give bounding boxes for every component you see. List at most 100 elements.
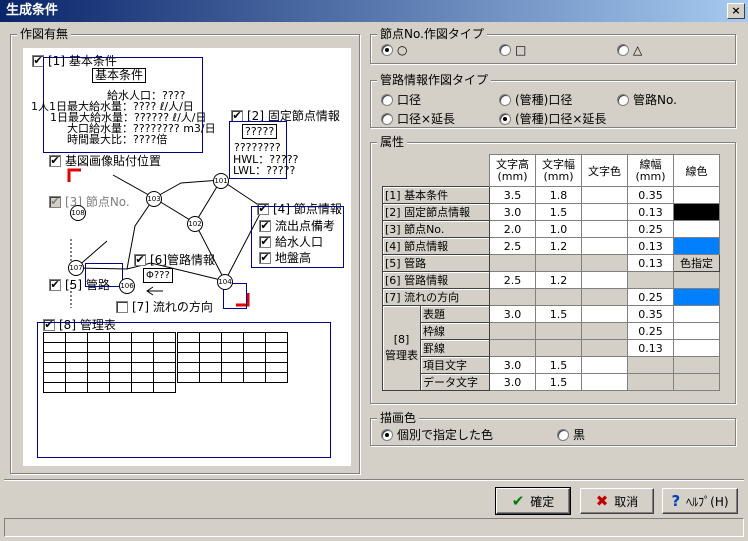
node-circle: 107: [68, 260, 84, 276]
pipe-type-kind-diameter-radio[interactable]: (管種)口径: [499, 91, 572, 108]
radio-label: 個別で指定した色: [397, 428, 494, 442]
pipe-type-kind-diameter-length-radio[interactable]: (管種)口径×延長: [499, 110, 606, 127]
pipe-checkbox[interactable]: ✔: [49, 278, 61, 291]
cell-line-width[interactable]: 0.25: [627, 288, 674, 306]
cell-line-color[interactable]: [673, 186, 720, 204]
cell-text-height[interactable]: 3.5: [489, 186, 536, 204]
ok-button-label: 確定: [530, 494, 555, 509]
cell-line-color-blue[interactable]: [673, 288, 720, 306]
node-info-item-checkbox[interactable]: ✔: [259, 219, 271, 232]
cell-line-width[interactable]: 0.35: [627, 305, 674, 323]
cell-line-color[interactable]: [673, 220, 720, 238]
cell-text-height[interactable]: 2.0: [489, 220, 536, 238]
radio-dot[interactable]: [381, 112, 393, 125]
node-no-checkbox[interactable]: ✔: [49, 195, 61, 208]
node-info-item-checkbox[interactable]: ✔: [259, 235, 271, 248]
cell-text-width[interactable]: 1.8: [535, 186, 582, 204]
help-button[interactable]: ? ﾍﾙﾌﾟ(H): [662, 488, 738, 514]
radio-label: (管種)口径×延長: [515, 112, 607, 126]
pipe-info-check[interactable]: ✔ [6]管路情報: [134, 251, 215, 268]
basic-line-5: 時間最大比：????倍: [67, 133, 168, 146]
cell-line-width[interactable]: 0.25: [627, 220, 674, 238]
cell-text-color[interactable]: [581, 203, 628, 221]
basemap-check[interactable]: ✔ 基図画像貼付位置: [49, 152, 161, 169]
row-label: [5] 管路: [382, 254, 490, 272]
node-type-group: 節点No.作図タイプ ○ □ △: [370, 27, 736, 64]
node-info-item-1[interactable]: ✔ 流出点備考: [259, 217, 335, 234]
radio-dot[interactable]: [557, 428, 569, 441]
cell-text-width[interactable]: 1.5: [535, 373, 582, 391]
cell-text-width[interactable]: 1.2: [535, 237, 582, 255]
node-type-triangle-radio[interactable]: △: [617, 43, 642, 57]
flow-direction-check[interactable]: [7] 流れの方向: [116, 298, 213, 315]
radio-dot[interactable]: [499, 44, 511, 56]
node-info-item-3[interactable]: ✔ 地盤高: [259, 249, 311, 266]
cell-line-width[interactable]: 0.35: [627, 186, 674, 204]
cell-line-color[interactable]: [673, 339, 720, 357]
radio-dot[interactable]: [381, 93, 393, 106]
color-specify-button[interactable]: 色指定: [673, 254, 720, 272]
cell-text-color[interactable]: [581, 271, 628, 289]
row-label: 項目文字: [420, 356, 490, 374]
radio-dot[interactable]: [381, 428, 393, 441]
cell-disabled: [673, 356, 720, 374]
cell-text-color[interactable]: [581, 373, 628, 391]
pipe-type-diameter-radio[interactable]: 口径: [381, 91, 421, 108]
fixed-node-checkbox[interactable]: ✔: [231, 109, 243, 122]
cell-line-color[interactable]: [673, 322, 720, 340]
row-label: [3] 節点No.: [382, 220, 490, 238]
cell-text-height[interactable]: 3.0: [489, 373, 536, 391]
node-circle: 103: [146, 191, 162, 207]
radio-dot[interactable]: [499, 93, 511, 106]
radio-dot[interactable]: [381, 44, 393, 56]
cell-line-width[interactable]: 0.25: [627, 322, 674, 340]
ok-button[interactable]: ✔ 確定: [495, 487, 571, 515]
pipe-type-label: 管路情報作図タイプ: [377, 73, 492, 87]
cell-text-height[interactable]: 3.0: [489, 305, 536, 323]
node-type-label: 節点No.作図タイプ: [377, 27, 487, 41]
radio-dot[interactable]: [617, 44, 629, 56]
cell-text-color[interactable]: [581, 237, 628, 255]
draw-color-individual-radio[interactable]: 個別で指定した色: [381, 426, 493, 443]
cell-text-color[interactable]: [581, 186, 628, 204]
cell-line-width[interactable]: 0.13: [627, 254, 674, 272]
cell-text-width[interactable]: 1.5: [535, 356, 582, 374]
radio-dot[interactable]: [617, 93, 629, 106]
pipe-info-value: Φ???: [143, 268, 173, 283]
pipe-info-checkbox[interactable]: ✔: [134, 253, 146, 266]
cell-text-width[interactable]: 1.2: [535, 271, 582, 289]
node-type-square-radio[interactable]: □: [499, 43, 526, 57]
cell-text-height[interactable]: 2.5: [489, 237, 536, 255]
pipe-type-diameter-length-radio[interactable]: 口径×延長: [381, 110, 455, 127]
cancel-button[interactable]: ✖ 取消: [580, 488, 654, 514]
cell-text-color[interactable]: [581, 220, 628, 238]
basemap-checkbox[interactable]: ✔: [49, 154, 61, 167]
cell-text-color[interactable]: [581, 305, 628, 323]
row-label: 罫線: [420, 339, 490, 357]
cell-line-width[interactable]: 0.13: [627, 339, 674, 357]
col-header-text-width: 文字幅 (mm): [535, 154, 582, 187]
radio-label: 黒: [573, 428, 586, 442]
flow-direction-label: [7] 流れの方向: [132, 300, 213, 314]
cell-text-width[interactable]: 1.5: [535, 203, 582, 221]
cell-line-color-black[interactable]: [673, 203, 720, 221]
cell-text-width[interactable]: 1.0: [535, 220, 582, 238]
node-no-check[interactable]: ✔ [3] 節点No.: [49, 193, 130, 210]
close-button[interactable]: ×: [727, 3, 745, 19]
radio-dot[interactable]: [499, 112, 511, 125]
flow-direction-checkbox[interactable]: [116, 300, 128, 313]
cell-text-height[interactable]: 2.5: [489, 271, 536, 289]
cell-line-color-blue[interactable]: [673, 237, 720, 255]
cell-line-width[interactable]: 0.13: [627, 237, 674, 255]
node-info-item-2[interactable]: ✔ 給水人口: [259, 233, 323, 250]
draw-color-black-radio[interactable]: 黒: [557, 426, 585, 443]
node-info-item-checkbox[interactable]: ✔: [259, 251, 271, 264]
cell-line-width[interactable]: 0.13: [627, 203, 674, 221]
pipe-type-pipe-no-radio[interactable]: 管路No.: [617, 91, 677, 108]
cell-text-width[interactable]: 1.5: [535, 305, 582, 323]
cell-text-height[interactable]: 3.0: [489, 356, 536, 374]
cell-line-color[interactable]: [673, 305, 720, 323]
node-type-circle-radio[interactable]: ○: [381, 43, 407, 57]
cell-text-color[interactable]: [581, 356, 628, 374]
cell-text-height[interactable]: 3.0: [489, 203, 536, 221]
